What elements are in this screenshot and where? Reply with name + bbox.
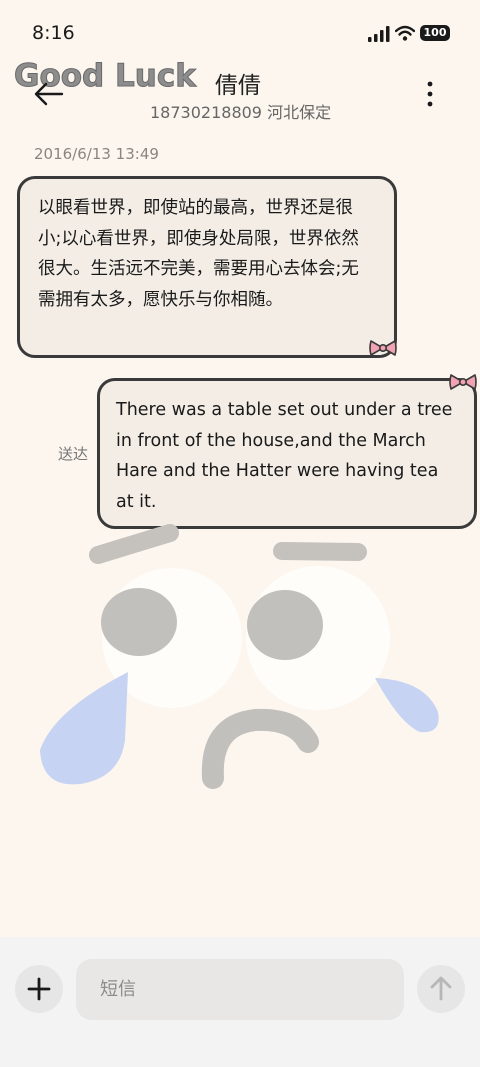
battery-indicator: 100 xyxy=(420,25,450,41)
wifi-icon xyxy=(395,25,415,41)
message-date: 2016/6/13 13:49 xyxy=(34,145,159,163)
incoming-message-bubble[interactable]: 以眼看世界，即使站的最高，世界还是很小;以心看世界，即使身处局限，世界依然很大。… xyxy=(17,176,397,358)
add-attachment-button[interactable] xyxy=(15,965,63,1013)
contact-name: 倩倩 xyxy=(215,73,261,99)
signal-icon xyxy=(368,26,390,42)
back-arrow-icon[interactable] xyxy=(33,78,65,110)
bow-icon xyxy=(369,340,397,356)
arrow-up-icon xyxy=(430,976,452,1001)
crying-face-decoration xyxy=(40,524,439,789)
contact-subtitle: 18730218809 河北保定 xyxy=(150,103,332,122)
status-time: 8:16 xyxy=(32,22,75,44)
delivery-status: 送达 xyxy=(58,445,89,463)
send-button[interactable] xyxy=(417,965,465,1013)
bow-icon xyxy=(449,374,477,390)
status-bar: 8:16 100 xyxy=(0,0,480,60)
more-vertical-icon[interactable] xyxy=(418,80,442,108)
plus-icon xyxy=(27,977,51,1001)
message-input[interactable]: 短信 xyxy=(76,959,404,1020)
outgoing-message-text: There was a table set out under a tree i… xyxy=(116,400,453,512)
outgoing-message-bubble[interactable]: There was a table set out under a tree i… xyxy=(97,378,477,529)
incoming-message-text: 以眼看世界，即使站的最高，世界还是很小;以心看世界，即使身处局限，世界依然很大。… xyxy=(38,198,359,310)
